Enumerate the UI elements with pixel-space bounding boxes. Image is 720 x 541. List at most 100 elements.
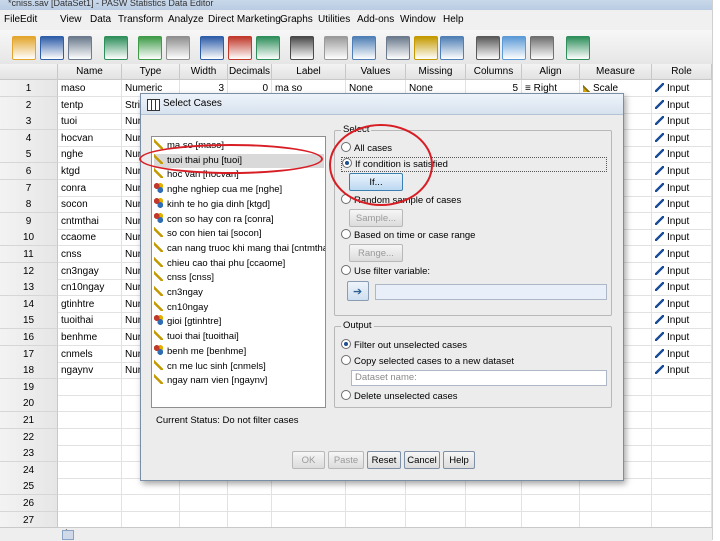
dataset-name-field[interactable]: Dataset name:	[351, 370, 607, 386]
column-header-columns[interactable]: Columns	[466, 64, 522, 80]
variable-list-item[interactable]: chieu cao thai phu [ccaome]	[154, 256, 324, 271]
cell-name[interactable]	[58, 445, 122, 463]
cell-role[interactable]: Input	[652, 163, 712, 180]
cell-role[interactable]	[652, 378, 712, 396]
menu-file[interactable]: File	[4, 14, 20, 25]
select-cases-icon[interactable]	[440, 36, 464, 60]
cell-role[interactable]: Input	[652, 212, 712, 230]
cell-name[interactable]: ktgd	[58, 163, 122, 180]
cell-role[interactable]: Input	[652, 196, 712, 214]
cell-role[interactable]: Input	[652, 179, 712, 197]
cell-role[interactable]: Input	[652, 295, 712, 313]
column-header-width[interactable]: Width	[180, 64, 228, 80]
cell-values[interactable]	[346, 495, 406, 512]
ok-button[interactable]: OK	[292, 451, 325, 469]
menu-direct-marketing[interactable]: Direct Marketing	[208, 14, 281, 25]
cell-name[interactable]: benhme	[58, 329, 122, 346]
variable-list-item[interactable]: tuoi thai phu [tuoi]	[154, 153, 324, 168]
variable-list-item[interactable]: benh me [benhme]	[154, 344, 324, 359]
cell-missing[interactable]	[406, 495, 466, 512]
cell-role[interactable]: Input	[652, 262, 712, 280]
print-icon[interactable]	[68, 36, 92, 60]
goto-case-icon[interactable]	[200, 36, 224, 60]
undo-icon[interactable]	[138, 36, 162, 60]
cell-role[interactable]	[652, 461, 712, 479]
row-number[interactable]: 26	[0, 495, 58, 512]
row-number[interactable]: 20	[0, 395, 58, 413]
menu-view[interactable]: View	[60, 14, 82, 25]
cell-role[interactable]	[652, 428, 712, 446]
cell-name[interactable]	[58, 412, 122, 429]
variable-list-item[interactable]: con so hay con ra [conra]	[154, 212, 324, 227]
spell-check-icon[interactable]	[566, 36, 590, 60]
cell-role[interactable]: Input	[652, 80, 712, 97]
cell-type[interactable]	[122, 495, 180, 512]
cell-name[interactable]	[58, 495, 122, 512]
if-button[interactable]: If...	[349, 173, 403, 191]
column-header-role[interactable]: Role	[652, 64, 712, 80]
variable-list-item[interactable]: nghe nghiep cua me [nghe]	[154, 183, 324, 197]
copy-dataset-radio[interactable]: Copy selected cases to a new dataset	[341, 355, 514, 368]
sample-button[interactable]: Sample...	[349, 209, 403, 227]
cell-name[interactable]: maso	[58, 80, 122, 97]
row-number[interactable]: 10	[0, 229, 58, 247]
redo-icon[interactable]	[166, 36, 190, 60]
find-icon[interactable]	[290, 36, 314, 60]
reset-button[interactable]: Reset	[367, 451, 401, 469]
cell-name[interactable]: ngaynv	[58, 362, 122, 380]
row-number[interactable]: 3	[0, 113, 58, 131]
row-number[interactable]: 13	[0, 279, 58, 297]
menu-window[interactable]: Window	[400, 14, 436, 25]
goto-variable-icon[interactable]	[228, 36, 252, 60]
move-variable-button[interactable]: ➔	[347, 281, 369, 301]
split-file-icon[interactable]	[386, 36, 410, 60]
row-number[interactable]: 1	[0, 80, 58, 97]
cell-role[interactable]: Input	[652, 246, 712, 263]
menu-transform[interactable]: Transform	[118, 14, 163, 25]
cell-role[interactable]: Input	[652, 146, 712, 164]
menu-edit[interactable]: Edit	[20, 14, 37, 25]
row-number[interactable]: 11	[0, 246, 58, 263]
row-number[interactable]: 17	[0, 345, 58, 363]
cell-role[interactable]: Input	[652, 329, 712, 346]
cell-role[interactable]	[652, 478, 712, 496]
variable-list[interactable]: ma so [maso] tuoi thai phu [tuoi] hoc van …	[151, 136, 326, 408]
cell-name[interactable]: tuoi	[58, 113, 122, 131]
paste-button[interactable]: Paste	[328, 451, 364, 469]
column-header-values[interactable]: Values	[346, 64, 406, 80]
scrollbar-thumb[interactable]	[62, 530, 74, 540]
dialog-recall-icon[interactable]	[104, 36, 128, 60]
row-number[interactable]: 24	[0, 461, 58, 479]
cell-name[interactable]: socon	[58, 196, 122, 214]
row-number[interactable]: 8	[0, 196, 58, 214]
row-number[interactable]: 22	[0, 428, 58, 446]
value-labels-icon[interactable]	[476, 36, 500, 60]
variable-list-item[interactable]: hoc van [hocvan]	[154, 168, 324, 182]
cell-name[interactable]: nghe	[58, 146, 122, 164]
cell-name[interactable]: cn10ngay	[58, 279, 122, 297]
variable-list-item[interactable]: ma so [maso]	[154, 139, 324, 153]
column-header-label[interactable]: Label	[272, 64, 346, 80]
row-number[interactable]: 9	[0, 212, 58, 230]
cell-name[interactable]	[58, 461, 122, 479]
row-number[interactable]: 16	[0, 329, 58, 346]
variable-list-item[interactable]: cnss [cnss]	[154, 271, 324, 285]
weight-cases-icon[interactable]	[414, 36, 438, 60]
cell-dec[interactable]	[228, 495, 272, 512]
cell-name[interactable]: cnss	[58, 246, 122, 263]
menu-data[interactable]: Data	[90, 14, 111, 25]
cell-measure[interactable]	[580, 495, 652, 512]
cell-name[interactable]	[58, 478, 122, 496]
variables-icon[interactable]	[256, 36, 280, 60]
cell-name[interactable]: hocvan	[58, 129, 122, 147]
row-number[interactable]: 12	[0, 262, 58, 280]
row-number[interactable]: 4	[0, 129, 58, 147]
variable-list-item[interactable]: gioi [gtinhtre]	[154, 315, 324, 329]
cell-name[interactable]: ccaome	[58, 229, 122, 247]
cell-name[interactable]	[58, 395, 122, 413]
menu-graphs[interactable]: Graphs	[280, 14, 313, 25]
variable-list-item[interactable]: tuoi thai [tuoithai]	[154, 330, 324, 344]
horizontal-scrollbar[interactable]: 1	[0, 527, 712, 541]
variable-list-item[interactable]: cn me luc sinh [cnmels]	[154, 359, 324, 374]
menu-help[interactable]: Help	[443, 14, 464, 25]
